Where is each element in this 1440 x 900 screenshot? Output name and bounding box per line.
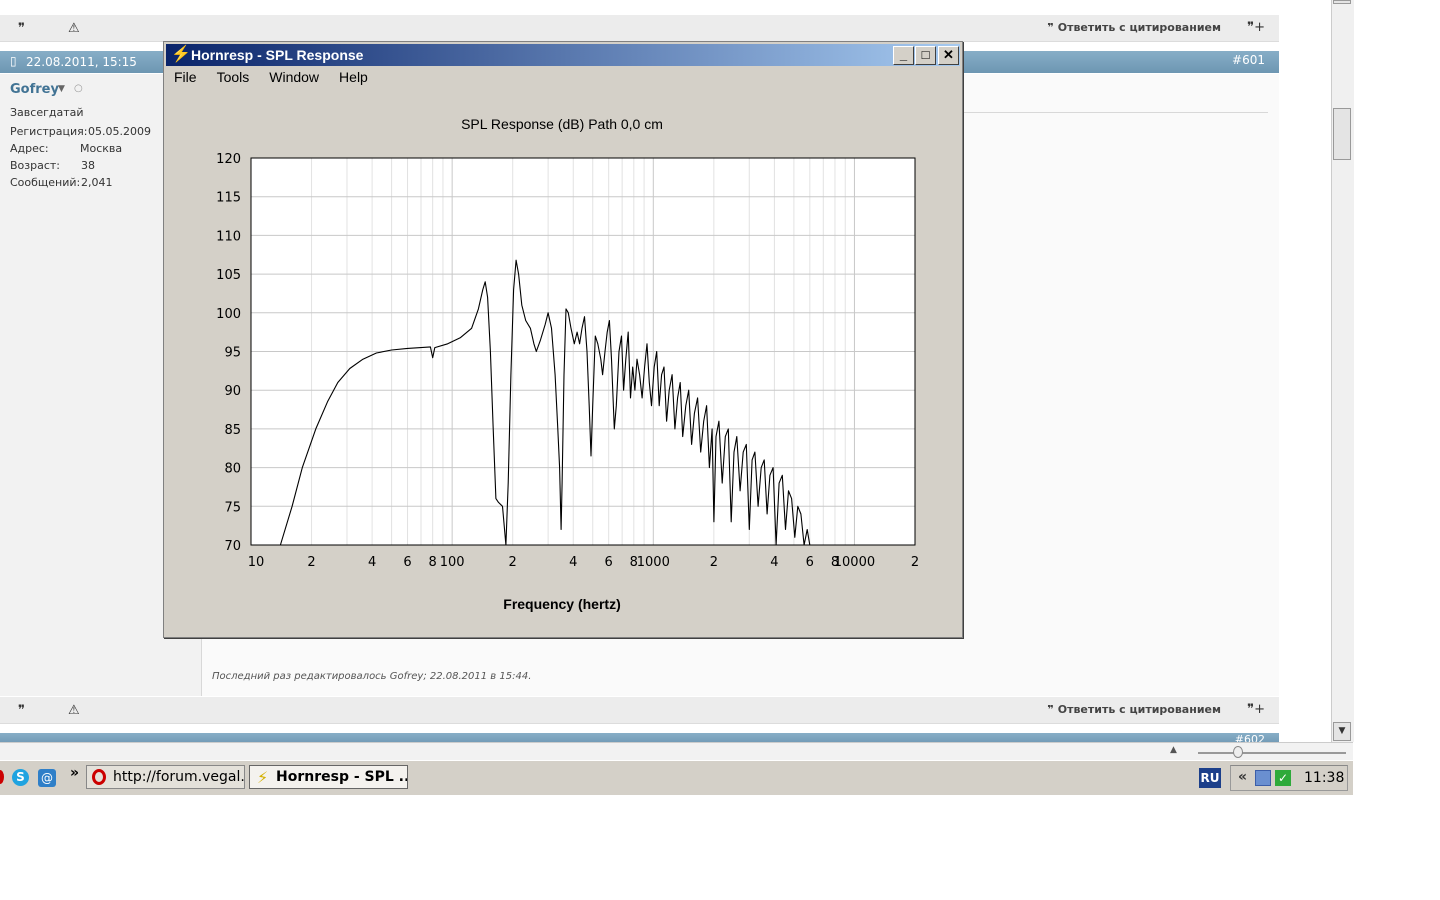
posts-label: Сообщений: <box>10 176 81 189</box>
reply-icon[interactable]: ❞ <box>18 703 25 718</box>
opera-icon <box>92 769 106 785</box>
x-tick-label: 8 <box>429 555 437 570</box>
y-tick-label: 75 <box>224 500 241 515</box>
username-link[interactable]: Gofrey <box>10 82 59 97</box>
posts-value: 2,041 <box>81 176 113 189</box>
post-actions-bar: ❞ ⚠ ❞ Ответить с цитированием ❞+ <box>0 697 1279 724</box>
registration-value: 05.05.2009 <box>88 125 151 138</box>
user-info-row: Регистрация: 05.05.2009 <box>10 125 151 138</box>
antivirus-check-icon[interactable]: ✓ <box>1275 770 1291 786</box>
x-tick-label: 2 <box>509 555 517 570</box>
task-hornresp[interactable]: ⚡ Hornresp - SPL ... <box>249 765 408 789</box>
y-tick-label: 95 <box>224 346 241 361</box>
clock[interactable]: 11:38 <box>1304 770 1344 786</box>
post-date: 22.08.2011, 15:15 <box>26 55 137 69</box>
x-tick-label: 4 <box>569 555 577 570</box>
post-document-icon: ▯ <box>10 54 17 68</box>
reply-with-quote-button[interactable]: ❞ Ответить с цитированием <box>1047 703 1221 716</box>
age-label: Возраст: <box>10 159 61 172</box>
user-info-row: Возраст: 38 <box>10 159 95 172</box>
x-tick-label: 100 <box>440 555 465 570</box>
post-actions-bar-top: ❞ ⚠ ❞ Ответить с цитированием ❞+ <box>0 15 1279 42</box>
x-tick-label: 2 <box>710 555 718 570</box>
y-tick-label: 110 <box>216 229 241 244</box>
offline-status-icon: ○ <box>74 83 83 94</box>
scrollbar-thumb[interactable] <box>1333 108 1351 160</box>
x-tick-label: 6 <box>403 555 411 570</box>
y-tick-label: 70 <box>224 539 241 554</box>
post-number-link[interactable]: #601 <box>1232 53 1265 67</box>
reply-with-quote-label: Ответить с цитированием <box>1057 21 1221 34</box>
windows-taskbar: S @ » http://forum.vegal... ⚡ Hornresp -… <box>0 760 1353 795</box>
multi-quote-icon[interactable]: ❞+ <box>1247 20 1265 35</box>
x-tick-label: 6 <box>605 555 613 570</box>
hornresp-window: ⚡ Hornresp - SPL Response _ □ ✕ File Tool… <box>163 41 963 638</box>
y-tick-label: 85 <box>224 423 241 438</box>
skype-icon[interactable]: S <box>12 769 29 786</box>
spl-response-chart: SPL Response (dB) Path 0,0 cm Frequency … <box>216 116 919 612</box>
user-title: Завсегдатай <box>10 106 84 119</box>
status-up-arrow-icon[interactable]: ▲ <box>1170 745 1177 755</box>
mail-agent-icon[interactable]: @ <box>38 769 56 787</box>
quicklaunch-more-chevron[interactable]: » <box>70 765 79 781</box>
reply-icon[interactable]: ❞ <box>18 21 25 36</box>
task-label: Hornresp - SPL ... <box>276 769 408 785</box>
address-label: Адрес: <box>10 142 49 155</box>
x-tick-label: 4 <box>368 555 376 570</box>
address-value: Москва <box>80 142 123 155</box>
task-label: http://forum.vegal... <box>113 769 245 785</box>
next-post-header: #602 <box>0 733 1279 742</box>
x-tick-label: 2 <box>307 555 315 570</box>
report-icon[interactable]: ⚠ <box>68 703 80 718</box>
multi-quote-icon[interactable]: ❞+ <box>1247 702 1265 717</box>
chart-x-axis-label: Frequency (hertz) <box>503 596 620 612</box>
scroll-up-button[interactable] <box>1333 0 1351 4</box>
x-tick-label: 6 <box>806 555 814 570</box>
user-info-row: Адрес: Москва <box>10 142 122 155</box>
user-info-row: Сообщений: 2,041 <box>10 176 113 189</box>
lightning-icon: ⚡ <box>257 768 269 787</box>
report-icon[interactable]: ⚠ <box>68 21 80 36</box>
x-tick-label: 4 <box>770 555 778 570</box>
browser-status-bar: ▲ <box>0 742 1353 761</box>
age-value: 38 <box>81 159 95 172</box>
last-edited-note: Последний раз редактировалось Gofrey; 22… <box>212 671 532 682</box>
x-tick-label: 1000 <box>637 555 670 570</box>
quicklaunch-opera-icon[interactable] <box>0 770 4 784</box>
language-indicator[interactable]: RU <box>1199 768 1221 788</box>
reply-with-quote-label: Ответить с цитированием <box>1057 703 1221 716</box>
quote-icon: ❞ <box>1047 703 1054 716</box>
zoom-slider-track[interactable] <box>1198 752 1346 754</box>
x-tick-label: 2 <box>911 555 919 570</box>
y-tick-label: 100 <box>216 307 241 322</box>
y-tick-label: 105 <box>216 268 241 283</box>
y-tick-label: 80 <box>224 462 241 477</box>
user-menu-chevron-icon[interactable]: ▼ <box>58 84 65 94</box>
scroll-down-button[interactable]: ▼ <box>1333 722 1351 741</box>
network-icon[interactable] <box>1255 770 1271 786</box>
x-tick-label: 10 <box>248 555 265 570</box>
quote-icon: ❞ <box>1047 21 1054 34</box>
chart-title: SPL Response (dB) Path 0,0 cm <box>461 116 663 132</box>
next-post-number-link[interactable]: #602 <box>1235 733 1265 742</box>
registration-label: Регистрация: <box>10 125 88 138</box>
reply-with-quote-button[interactable]: ❞ Ответить с цитированием <box>1047 21 1221 34</box>
y-tick-label: 115 <box>216 191 241 206</box>
x-tick-label: 10000 <box>834 555 875 570</box>
zoom-slider-handle[interactable] <box>1233 746 1243 758</box>
y-tick-label: 90 <box>224 384 241 399</box>
task-opera-browser[interactable]: http://forum.vegal... <box>86 765 245 789</box>
tray-expand-chevron[interactable]: « <box>1238 769 1247 785</box>
system-tray: « ✓ 11:38 <box>1230 765 1348 791</box>
y-tick-label: 120 <box>216 152 241 167</box>
